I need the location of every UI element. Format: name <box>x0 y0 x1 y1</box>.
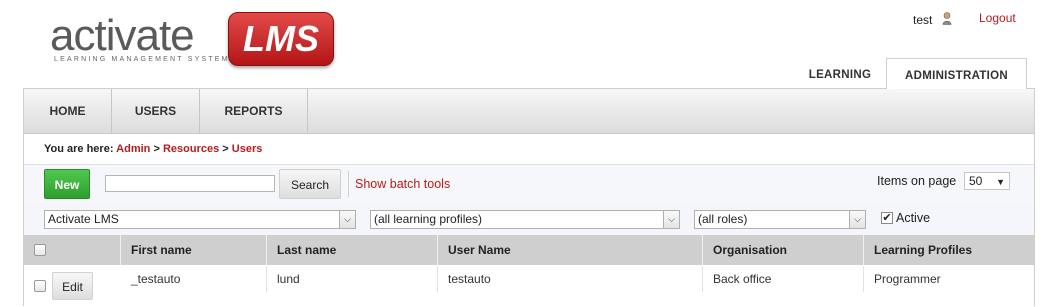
roles-filter-value: (all roles) <box>698 212 748 226</box>
active-checkbox[interactable]: ✔ <box>881 212 893 224</box>
organisation-filter-value: Activate LMS <box>48 212 119 226</box>
breadcrumb-admin[interactable]: Admin <box>116 143 150 155</box>
logout-link[interactable]: Logout <box>979 11 1016 25</box>
new-button[interactable]: New <box>44 169 90 199</box>
search-button[interactable]: Search <box>279 169 341 199</box>
user-info: test <box>913 12 952 27</box>
logo: activate LMS LEARNING MANAGEMENT SYSTEM <box>48 12 338 68</box>
column-header-last-name[interactable]: Last name <box>267 235 438 265</box>
breadcrumb: You are here: Admin > Resources > Users <box>44 143 262 155</box>
breadcrumb-separator: > <box>153 143 160 155</box>
toolbar-divider <box>348 171 349 197</box>
chevron-down-icon[interactable]: ⌵ <box>849 211 865 228</box>
user-icon <box>942 12 952 25</box>
select-all-checkbox[interactable] <box>34 244 46 256</box>
active-label: Active <box>896 211 931 225</box>
items-on-page-select[interactable]: 50 ▼ <box>964 172 1010 190</box>
logo-badge: LMS <box>228 12 334 66</box>
cell-user-name: testauto <box>438 266 703 292</box>
username: test <box>913 13 933 27</box>
roles-filter[interactable]: (all roles) ⌵ <box>694 210 866 229</box>
breadcrumb-separator: > <box>222 143 229 155</box>
cell-learning-profiles: Programmer <box>874 272 941 286</box>
nav-home[interactable]: HOME <box>24 89 112 133</box>
learning-profiles-filter[interactable]: (all learning profiles) ⌵ <box>370 210 680 229</box>
cell-first-name: _testauto <box>121 266 267 292</box>
chevron-down-icon[interactable]: ⌵ <box>663 211 679 228</box>
chevron-down-icon: ▼ <box>996 177 1005 187</box>
column-header-first-name[interactable]: First name <box>121 235 267 265</box>
edit-button[interactable]: Edit <box>52 272 93 300</box>
column-header-organisation[interactable]: Organisation <box>703 235 864 265</box>
search-input[interactable] <box>105 175 275 192</box>
nav-reports[interactable]: REPORTS <box>200 89 308 133</box>
items-on-page-value: 50 <box>969 174 983 188</box>
organisation-filter[interactable]: Activate LMS ⌵ <box>44 210 356 229</box>
column-header-learning-profiles[interactable]: Learning Profiles <box>864 235 1034 265</box>
header-select-cell <box>24 235 121 265</box>
learning-profiles-filter-value: (all learning profiles) <box>374 212 483 226</box>
tab-administration[interactable]: ADMINISTRATION <box>886 58 1027 89</box>
cell-organisation: Back office <box>703 266 864 292</box>
column-header-user-name[interactable]: User Name <box>438 235 703 265</box>
tab-learning[interactable]: LEARNING <box>795 58 885 88</box>
breadcrumb-resources[interactable]: Resources <box>163 143 219 155</box>
logo-tagline: LEARNING MANAGEMENT SYSTEM <box>54 56 230 63</box>
logo-wordmark: activate <box>50 11 195 60</box>
items-on-page-label: Items on page <box>877 174 957 188</box>
chevron-down-icon[interactable]: ⌵ <box>339 211 355 228</box>
cell-last-name: lund <box>267 266 438 292</box>
main-panel: HOME USERS REPORTS You are here: Admin >… <box>23 88 1035 307</box>
nav-users[interactable]: USERS <box>112 89 200 133</box>
row-checkbox[interactable] <box>34 280 46 292</box>
batch-tools-link[interactable]: Show batch tools <box>355 177 450 191</box>
breadcrumb-users[interactable]: Users <box>232 143 263 155</box>
nav-bar: HOME USERS REPORTS <box>24 89 1034 134</box>
breadcrumb-prefix: You are here: <box>44 143 114 155</box>
